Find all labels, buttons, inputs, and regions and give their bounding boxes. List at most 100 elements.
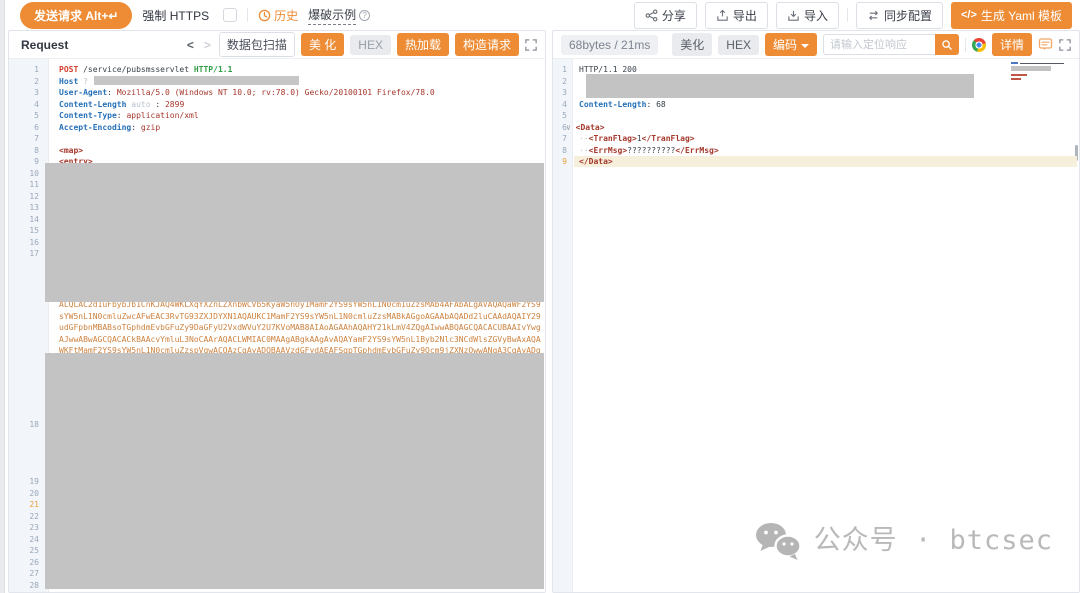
redacted-block [45,353,544,589]
clock-icon [258,9,271,22]
fullscreen-icon[interactable] [525,39,537,51]
import-icon [787,9,800,22]
active-line-highlight [574,156,1077,168]
export-button[interactable]: 导出 [705,2,768,29]
line-number: 2 [9,76,39,88]
redacted-value [94,76,299,85]
blast-example-label: 爆破示例 [308,6,356,25]
code-line: ··<ErrMsg>??????????</ErrMsg> [579,145,719,157]
code-line: User-Agent: Mozilla/5.0 (Windows NT 10.0… [59,87,435,99]
line-number: 9 [9,156,39,168]
toolbar-right-group: 分享 导出 导入 同步配置 </> 生成 Yaml 模板 [634,2,1072,29]
history-link[interactable]: 历史 [258,7,298,24]
line-number: 15 [9,225,39,237]
force-https-label: 强制 HTTPS [142,7,209,24]
force-https-checkbox[interactable] [223,8,237,22]
packet-scan-button[interactable]: 数据包扫描 [219,32,295,57]
send-request-button[interactable]: 发送请求 Alt+↵ [20,2,132,29]
hot-reload-button[interactable]: 热加载 [397,33,449,56]
wechat-icon [754,521,802,561]
response-panel-header: 68bytes / 21ms 美化 HEX 编码 详情 [553,31,1079,59]
share-button[interactable]: 分享 [634,2,697,29]
line-number: 13 [9,202,39,214]
generate-yaml-button[interactable]: </> 生成 Yaml 模板 [951,2,1072,29]
redacted-block [45,163,544,302]
line-number: 10 [9,168,39,180]
line-number: 22 [9,511,39,523]
construct-request-button[interactable]: 构造请求 [455,33,519,56]
minimap[interactable] [1011,61,1071,85]
line-number: 12 [9,191,39,203]
search-icon [941,39,953,51]
fullscreen-icon[interactable] [1059,39,1071,51]
import-button[interactable]: 导入 [776,2,839,29]
line-number: 3 [553,87,567,99]
line-number: 26 [9,557,39,569]
line-number: 9 [553,156,567,168]
line-number: 4 [9,99,39,111]
export-label: 导出 [733,7,757,24]
redacted-block [586,74,974,99]
line-number: 1 [553,64,567,76]
hex-response-button[interactable]: HEX [718,35,759,55]
open-in-browser-icon[interactable] [972,38,986,52]
response-viewer[interactable]: 公众号 · btcsec 1HTTP/1.1 200234Content-Len… [553,59,1079,592]
left-edge-strip [0,0,5,593]
prev-request-button[interactable]: < [185,38,196,52]
panels-container: Request < > 数据包扫描 美 化 HEX 热加载 构造请求 1 POST… [8,30,1080,593]
search-button[interactable] [935,34,959,55]
code-line: Accept-Encoding: gzip [59,122,160,134]
request-panel: Request < > 数据包扫描 美 化 HEX 热加载 构造请求 1POST… [8,30,546,593]
details-button[interactable]: 详情 [992,33,1032,56]
divider [847,8,848,22]
beautify-response-button[interactable]: 美化 [672,33,712,56]
code-line: POST /service/pubsmsservlet HTTP/1.1 [59,64,232,76]
top-toolbar: 发送请求 Alt+↵ 强制 HTTPS 历史 爆破示例 ? 分享 导出 [5,0,1080,30]
line-number: 5 [553,110,567,122]
base64-payload-line: udGFpbnMBABsoTGphdmEvbGFuZy9DaGFyU2VxdWV… [59,322,541,334]
line-number: 2 [553,76,567,88]
help-icon[interactable]: ? [359,10,370,21]
code-line: Content-Length auto : 2899 [59,99,184,111]
code-line: </Data> [579,156,613,168]
base64-payload-line: sYW5nL1N0cmluZwcAFwEAC3RvTG93ZXJDYXN1AQA… [59,311,541,323]
code-line: ··<TranFlag>1</TranFlag> [579,133,695,145]
line-number: 17 [9,248,39,260]
blast-example-link[interactable]: 爆破示例 ? [308,6,370,25]
line-number: 24 [9,534,39,546]
export-icon [716,9,729,22]
divider [965,38,966,52]
encode-label: 编码 [773,38,797,52]
request-panel-header: Request < > 数据包扫描 美 化 HEX 热加载 构造请求 [9,31,545,59]
line-number: 3 [9,87,39,99]
watermark: 公众号 · btcsec [754,521,1053,561]
comment-icon[interactable] [1038,37,1053,52]
beautify-request-button[interactable]: 美 化 [301,33,344,56]
line-number: 28 [9,580,39,592]
hex-request-button[interactable]: HEX [350,35,391,55]
sync-icon [867,9,880,22]
locate-response-input[interactable] [823,34,935,55]
line-number: 7 [553,133,567,145]
line-number: 11 [9,179,39,191]
code-line: Content-Length: 68 [579,99,666,111]
chevron-down-icon [801,44,809,48]
import-label: 导入 [804,7,828,24]
watermark-text: 公众号 · btcsec [814,535,1053,547]
encode-dropdown-button[interactable]: 编码 [765,33,817,56]
response-size-badge: 68bytes / 21ms [561,35,658,55]
line-number: 20 [9,488,39,500]
line-number: 16 [9,237,39,249]
response-panel: 68bytes / 21ms 美化 HEX 编码 详情 [552,30,1080,593]
history-label: 历史 [274,7,298,24]
sync-config-button[interactable]: 同步配置 [856,2,943,29]
line-number: 6 [9,122,39,134]
next-request-button[interactable]: > [202,38,213,52]
code-line: <map> [59,145,83,157]
line-number: 18 [9,419,39,431]
line-number: 5 [9,110,39,122]
request-editor[interactable]: 1POST /service/pubsmsservlet HTTP/1.12Ho… [9,59,545,592]
code-line: Content-Type: application/xml [59,110,199,122]
divider [247,8,248,22]
app-root: 发送请求 Alt+↵ 强制 HTTPS 历史 爆破示例 ? 分享 导出 [0,0,1080,593]
